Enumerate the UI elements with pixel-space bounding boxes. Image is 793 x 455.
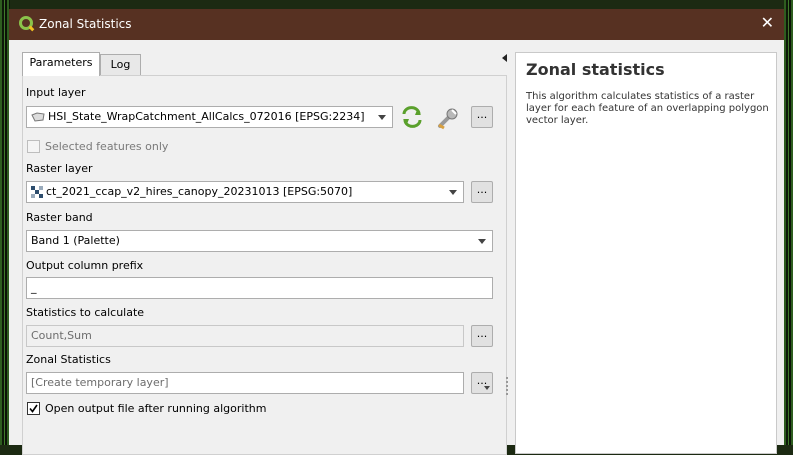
raster-layer-combo[interactable]: ct_2021_ccap_v2_hires_canopy_20231013 [E…	[26, 181, 464, 203]
background-right	[784, 0, 793, 445]
help-panel: Zonal statistics This algorithm calculat…	[515, 52, 777, 454]
stats-field: Count,Sum	[26, 325, 464, 347]
title-bar[interactable]: Zonal Statistics ✕	[9, 9, 784, 40]
checkmark-icon	[29, 404, 38, 413]
input-layer-label: Input layer	[26, 86, 86, 99]
input-layer-more-button[interactable]: ...	[471, 106, 493, 128]
chevron-down-icon	[449, 190, 457, 195]
raster-layer-value: ct_2021_ccap_v2_hires_canopy_20231013 [E…	[46, 185, 353, 198]
prefix-value: _	[31, 281, 37, 294]
raster-band-value: Band 1 (Palette)	[31, 234, 120, 247]
prefix-input[interactable]: _	[26, 277, 493, 299]
output-input[interactable]: [Create temporary layer]	[26, 372, 464, 394]
iterate-icon[interactable]	[400, 106, 424, 131]
output-more-button[interactable]: ...	[471, 372, 493, 394]
dialog-window: Zonal Statistics ✕ Parameters Log Input …	[9, 9, 784, 455]
help-text: This algorithm calculates statistics of …	[526, 91, 769, 126]
raster-band-label: Raster band	[26, 211, 93, 224]
tab-parameters-label: Parameters	[29, 56, 93, 69]
prefix-label: Output column prefix	[26, 259, 144, 272]
chevron-down-icon	[378, 115, 386, 120]
input-layer-combo[interactable]: HSI_State_WrapCatchment_AllCalcs_072016 …	[26, 106, 393, 128]
tab-log-label: Log	[110, 58, 131, 71]
help-title: Zonal statistics	[526, 60, 665, 79]
tab-log[interactable]: Log	[100, 54, 141, 76]
collapse-help-icon[interactable]	[502, 54, 507, 62]
chevron-down-icon	[484, 386, 490, 390]
output-placeholder: [Create temporary layer]	[31, 376, 169, 389]
stats-more-button[interactable]: ...	[471, 325, 493, 347]
input-layer-value: HSI_State_WrapCatchment_AllCalcs_072016 …	[48, 110, 365, 123]
close-icon[interactable]: ✕	[761, 14, 774, 32]
open-output-checkbox[interactable]	[27, 402, 40, 415]
stats-value: Count,Sum	[31, 329, 92, 342]
tab-parameters[interactable]: Parameters	[22, 52, 100, 76]
open-output-label: Open output file after running algorithm	[45, 402, 267, 415]
stats-label: Statistics to calculate	[26, 306, 145, 319]
qgis-logo-icon	[19, 16, 33, 30]
output-label: Zonal Statistics	[26, 353, 111, 366]
selected-only-label: Selected features only	[45, 140, 169, 153]
raster-layer-label: Raster layer	[26, 162, 93, 175]
wrench-icon[interactable]	[436, 106, 460, 133]
polygon-layer-icon	[31, 112, 45, 122]
selected-only-checkbox[interactable]	[27, 140, 40, 153]
raster-band-combo[interactable]: Band 1 (Palette)	[26, 230, 493, 252]
raster-layer-icon	[31, 186, 43, 198]
window-title: Zonal Statistics	[39, 17, 132, 31]
chevron-down-icon	[478, 239, 486, 244]
raster-layer-more-button[interactable]: ...	[471, 181, 493, 203]
splitter-handle[interactable]	[506, 377, 510, 395]
